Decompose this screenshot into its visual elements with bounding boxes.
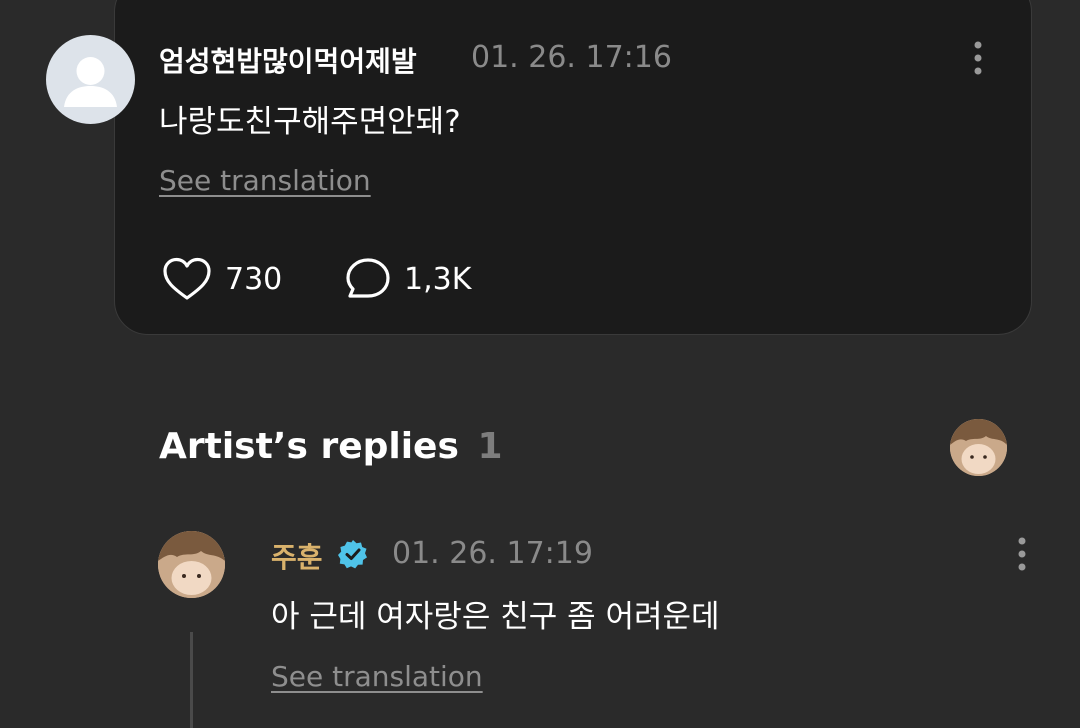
speech-bubble-icon — [346, 258, 390, 298]
like-count: 730 — [225, 261, 283, 297]
default-avatar-icon — [64, 57, 117, 107]
artist-photo-icon — [950, 419, 1007, 476]
artist-replies-count: 1 — [477, 426, 503, 467]
heart-outline-icon — [163, 257, 211, 300]
verified-badge-icon — [338, 539, 368, 569]
artist-avatar-small[interactable] — [950, 419, 1007, 476]
comment-author[interactable]: 엄성현밥많이먹어제발 — [159, 40, 417, 80]
artist-name[interactable]: 주훈 — [271, 536, 323, 576]
artist-avatar[interactable] — [158, 531, 225, 598]
reply-text: 아 근데 여자랑은 친구 좀 어려운데 — [271, 599, 720, 635]
thread-line — [190, 632, 193, 728]
fan-comment-page: 엄성현밥많이먹어제발 01. 26. 17:16 나랑도친구해주면안돼? See… — [0, 0, 1080, 728]
comment-see-translation-link[interactable]: See translation — [159, 164, 371, 197]
user-avatar[interactable] — [46, 35, 135, 124]
comment-more-icon[interactable] — [968, 39, 988, 77]
like-button[interactable]: 730 — [161, 256, 282, 302]
artist-photo-icon — [158, 531, 225, 598]
reply-count: 1,3K — [404, 261, 472, 297]
reply-button[interactable]: 1,3K — [344, 256, 471, 302]
artist-replies-heading: Artist’s replies 1 — [159, 426, 503, 467]
comment-timestamp: 01. 26. 17:16 — [471, 40, 672, 75]
reply-see-translation-link[interactable]: See translation — [271, 660, 483, 693]
artist-replies-title: Artist’s replies — [159, 426, 459, 467]
reply-more-icon[interactable] — [1012, 535, 1032, 573]
reply-timestamp: 01. 26. 17:19 — [392, 536, 593, 571]
comment-text: 나랑도친구해주면안돼? — [159, 104, 461, 140]
